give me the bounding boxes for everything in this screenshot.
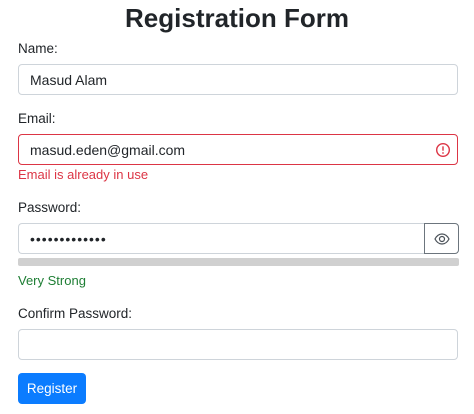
password-strength-meter: [18, 258, 459, 266]
password-strength-label: Very Strong: [18, 273, 86, 288]
eye-icon: [433, 232, 450, 245]
email-input[interactable]: [18, 134, 458, 165]
toggle-password-visibility-button[interactable]: [424, 223, 459, 254]
password-input[interactable]: [18, 223, 424, 254]
exclamation-circle-icon: [435, 142, 451, 158]
name-input[interactable]: [18, 64, 458, 95]
email-label: Email:: [18, 111, 56, 126]
password-strength-bar: [18, 258, 459, 266]
confirm-password-input[interactable]: [18, 329, 458, 360]
confirm-password-label: Confirm Password:: [18, 306, 133, 321]
register-button[interactable]: Register: [18, 373, 86, 404]
password-input-group: [18, 223, 459, 254]
password-label: Password:: [18, 200, 82, 215]
email-error-message: Email is already in use: [18, 167, 149, 182]
registration-form: Registration Form Name: Email: Email is …: [0, 0, 474, 414]
name-label: Name:: [18, 41, 58, 56]
page-title: Registration Form: [125, 3, 349, 33]
